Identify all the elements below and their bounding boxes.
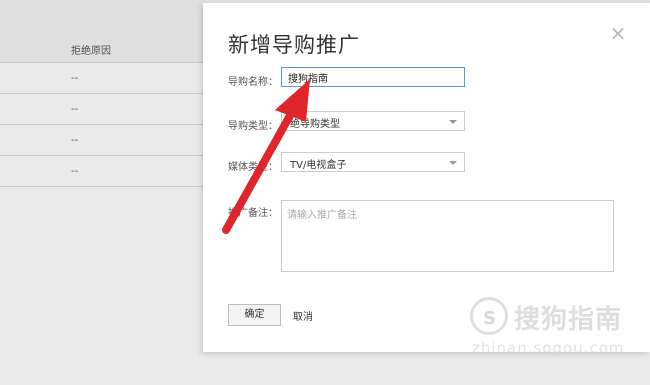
- guide-type-label: 导购类型：: [228, 121, 278, 132]
- promotion-remark-label: 推广备注：: [228, 208, 278, 219]
- add-guide-promotion-dialog: 新增导购推广 × 导购名称： 导购类型： 绝导购类型 媒体类型： TV/电视盒子…: [203, 3, 650, 352]
- guide-type-select[interactable]: 绝导购类型: [281, 111, 465, 131]
- media-type-value: TV/电视盒子: [290, 160, 347, 171]
- media-type-select[interactable]: TV/电视盒子: [281, 152, 465, 172]
- caret-down-icon: [449, 120, 457, 124]
- promotion-remark-textarea[interactable]: [281, 200, 614, 272]
- caret-down-icon: [449, 161, 457, 165]
- guide-type-value: 绝导购类型: [290, 119, 340, 130]
- close-icon[interactable]: ×: [608, 23, 628, 43]
- confirm-button[interactable]: 确定: [228, 304, 281, 326]
- guide-name-input[interactable]: [281, 67, 465, 87]
- media-type-label: 媒体类型：: [228, 162, 278, 173]
- guide-name-label: 导购名称：: [228, 77, 278, 88]
- dialog-title: 新增导购推广: [228, 33, 360, 57]
- cancel-link[interactable]: 取消: [293, 308, 313, 323]
